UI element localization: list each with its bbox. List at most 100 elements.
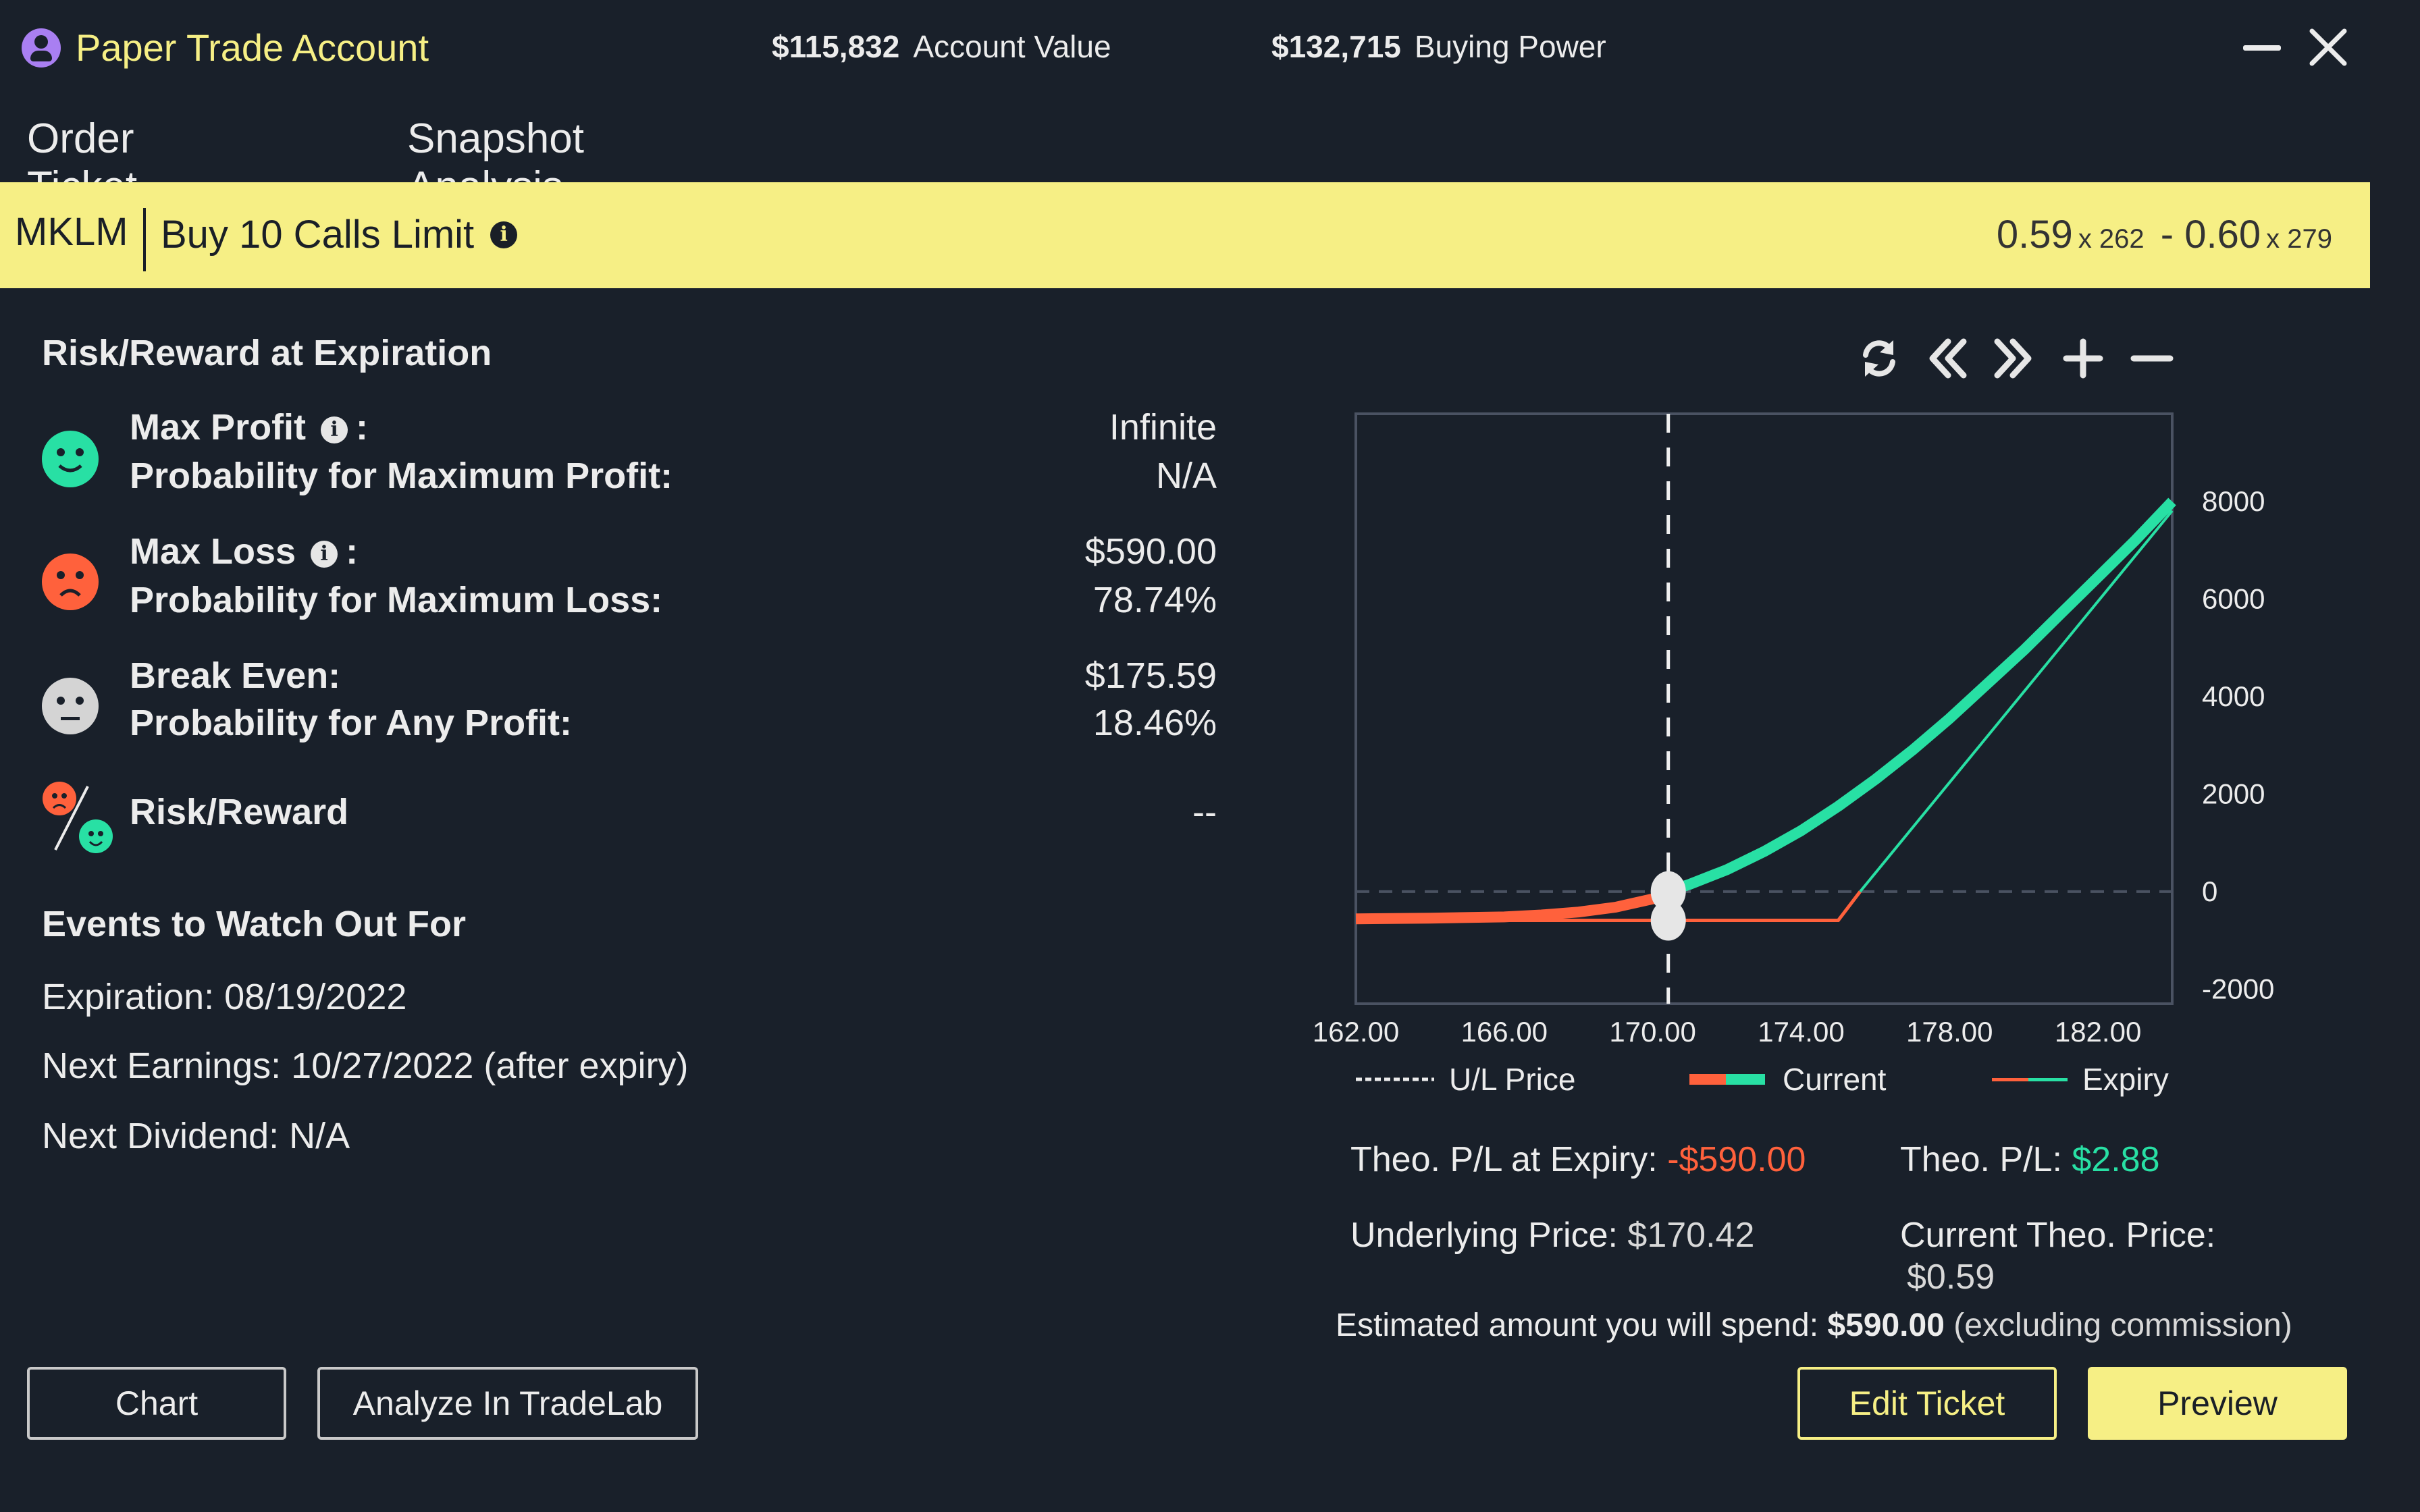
chart-button[interactable]: Chart bbox=[27, 1367, 286, 1440]
prob-any-profit-label: Probability for Any Profit: bbox=[130, 703, 573, 743]
current-theo-price-label: Current Theo. Price: bbox=[1900, 1216, 2216, 1255]
theo-pl-expiry-label: Theo. P/L at Expiry: bbox=[1350, 1140, 1658, 1179]
ask-price: 0.60 bbox=[2184, 213, 2261, 256]
double-chevron-right-icon bbox=[1994, 338, 2032, 379]
bid-size: x 262 bbox=[2078, 224, 2145, 254]
minimize-icon bbox=[2243, 45, 2281, 51]
break-even-label: Break Even: bbox=[130, 655, 341, 696]
events-title: Events to Watch Out For bbox=[42, 904, 467, 944]
risk-reward-ratio-icon bbox=[43, 782, 113, 853]
edit-ticket-button[interactable]: Edit Ticket bbox=[1797, 1367, 2057, 1440]
zoom-in-button[interactable] bbox=[2059, 335, 2107, 382]
zoom-out-icon bbox=[2130, 355, 2174, 362]
y-tick-label: -2000 bbox=[2202, 973, 2274, 1004]
window-edge bbox=[2370, 0, 2420, 1512]
buying-power-amount: $132,715 bbox=[1271, 29, 1401, 64]
event-next-dividend: Next Dividend: N/A bbox=[42, 1116, 350, 1156]
max-profit-label: Max Profit i: bbox=[130, 407, 369, 448]
estimated-spend-prefix: Estimated amount you will spend: bbox=[1336, 1307, 1819, 1343]
neutral-face-icon bbox=[42, 678, 99, 734]
order-description: Buy 10 Calls Limit i bbox=[161, 212, 518, 257]
refresh-button[interactable] bbox=[1856, 335, 1903, 382]
order-banner: MKLM Buy 10 Calls Limit i 0.59 x 262 - 0.… bbox=[0, 182, 2370, 288]
sad-face-icon bbox=[42, 554, 99, 610]
preview-button[interactable]: Preview bbox=[2088, 1367, 2347, 1440]
buying-power-label: Buying Power bbox=[1414, 29, 1606, 64]
account-value-label: Account Value bbox=[913, 29, 1111, 64]
legend-ul-price: U/L Price bbox=[1356, 1061, 1575, 1098]
ask-size: x 279 bbox=[2266, 224, 2332, 254]
current-line-loss bbox=[1355, 886, 1671, 925]
break-even-value: $175.59 bbox=[1084, 655, 1217, 696]
theo-pl-value: $2.88 bbox=[2072, 1140, 2160, 1179]
legend-ul-price-swatch bbox=[1356, 1077, 1434, 1081]
underlying-price-label: Underlying Price: bbox=[1350, 1216, 1618, 1255]
theo-pl-expiry: Theo. P/L at Expiry: -$590.00 bbox=[1350, 1139, 1806, 1180]
y-tick-label: 0 bbox=[2202, 875, 2217, 907]
y-tick-label: 4000 bbox=[2202, 680, 2265, 712]
max-profit-info-icon[interactable]: i bbox=[321, 416, 348, 443]
analyze-in-tradelab-button[interactable]: Analyze In TradeLab bbox=[317, 1367, 698, 1440]
order-description-text: Buy 10 Calls Limit bbox=[161, 213, 475, 256]
y-tick-label: 6000 bbox=[2202, 583, 2265, 614]
account-value: $115,832 Account Value bbox=[772, 28, 1111, 65]
event-expiration: Expiration: 08/19/2022 bbox=[42, 977, 407, 1017]
y-tick-label: 8000 bbox=[2202, 485, 2265, 517]
x-tick-label: 174.00 bbox=[1758, 1016, 1844, 1048]
happy-face-icon bbox=[42, 431, 99, 487]
prob-any-profit-value: 18.46% bbox=[1093, 703, 1217, 743]
buying-power: $132,715 Buying Power bbox=[1271, 28, 1606, 65]
bid-ask-quote: 0.59 x 262 - 0.60 x 279 bbox=[1997, 212, 2338, 257]
risk-reward-title: Risk/Reward at Expiration bbox=[42, 333, 492, 373]
zoom-in-icon bbox=[2063, 338, 2103, 379]
underlying-price-value: $170.42 bbox=[1627, 1216, 1755, 1255]
scroll-left-button[interactable] bbox=[1924, 335, 1972, 382]
legend-current-label: Current bbox=[1783, 1062, 1887, 1097]
account-user-icon bbox=[22, 28, 61, 68]
prob-max-profit-label: Probability for Maximum Profit: bbox=[130, 456, 673, 496]
legend-expiry-label: Expiry bbox=[2082, 1062, 2169, 1097]
max-loss-label: Max Loss i: bbox=[130, 531, 359, 572]
y-tick-label: 2000 bbox=[2202, 778, 2265, 809]
event-next-earnings: Next Earnings: 10/27/2022 (after expiry) bbox=[42, 1046, 689, 1086]
account-name: Paper Trade Account bbox=[76, 26, 429, 69]
max-loss-info-icon[interactable]: i bbox=[311, 540, 338, 568]
minimize-button[interactable] bbox=[2242, 27, 2282, 68]
bid-price: 0.59 bbox=[1996, 213, 2073, 256]
expiry-line-profit bbox=[1859, 510, 2174, 893]
x-tick-label: 162.00 bbox=[1313, 1016, 1399, 1048]
x-tick-label: 170.00 bbox=[1609, 1016, 1695, 1048]
info-icon[interactable]: i bbox=[490, 221, 518, 248]
account-selector[interactable]: Paper Trade Account bbox=[22, 26, 429, 70]
theo-pl-expiry-value: -$590.00 bbox=[1667, 1140, 1806, 1179]
legend-current-swatch bbox=[1689, 1074, 1765, 1085]
legend-ul-price-label: U/L Price bbox=[1449, 1062, 1576, 1097]
max-loss-value: $590.00 bbox=[1084, 531, 1217, 572]
prob-max-loss-label: Probability for Maximum Loss: bbox=[130, 580, 663, 620]
quote-separator: - bbox=[2160, 213, 2174, 256]
account-value-amount: $115,832 bbox=[772, 29, 900, 64]
current-theo-price-value: $0.59 bbox=[1907, 1258, 1995, 1297]
legend-expiry: Expiry bbox=[1992, 1061, 2169, 1098]
theo-pl-label: Theo. P/L: bbox=[1900, 1140, 2062, 1179]
theo-pl: Theo. P/L: $2.88 bbox=[1900, 1139, 2160, 1180]
prob-max-profit-value: N/A bbox=[1155, 456, 1217, 496]
close-icon bbox=[2309, 28, 2347, 66]
x-tick-label: 166.00 bbox=[1461, 1016, 1548, 1048]
legend-current: Current bbox=[1689, 1061, 1886, 1098]
x-tick-label: 182.00 bbox=[2055, 1016, 2141, 1048]
max-profit-value: Infinite bbox=[1109, 407, 1217, 448]
scroll-right-button[interactable] bbox=[1989, 335, 2036, 382]
symbol: MKLM bbox=[15, 210, 128, 254]
refresh-icon bbox=[1863, 340, 1895, 377]
double-chevron-left-icon bbox=[1929, 338, 1967, 379]
divider bbox=[143, 208, 146, 271]
close-button[interactable] bbox=[2308, 27, 2348, 68]
estimated-spend: Estimated amount you will spend: $590.00… bbox=[1336, 1307, 2292, 1344]
zoom-out-button[interactable] bbox=[2128, 335, 2176, 382]
current-line-profit bbox=[1666, 497, 2176, 897]
pl-chart[interactable]: 8000 6000 4000 2000 0 -2000 162.00 166.00 170.00… bbox=[1310, 405, 2309, 1053]
risk-reward-value: -- bbox=[1192, 792, 1217, 832]
expiry-price-marker bbox=[1650, 900, 1686, 941]
x-tick-label: 178.00 bbox=[1906, 1016, 1993, 1048]
